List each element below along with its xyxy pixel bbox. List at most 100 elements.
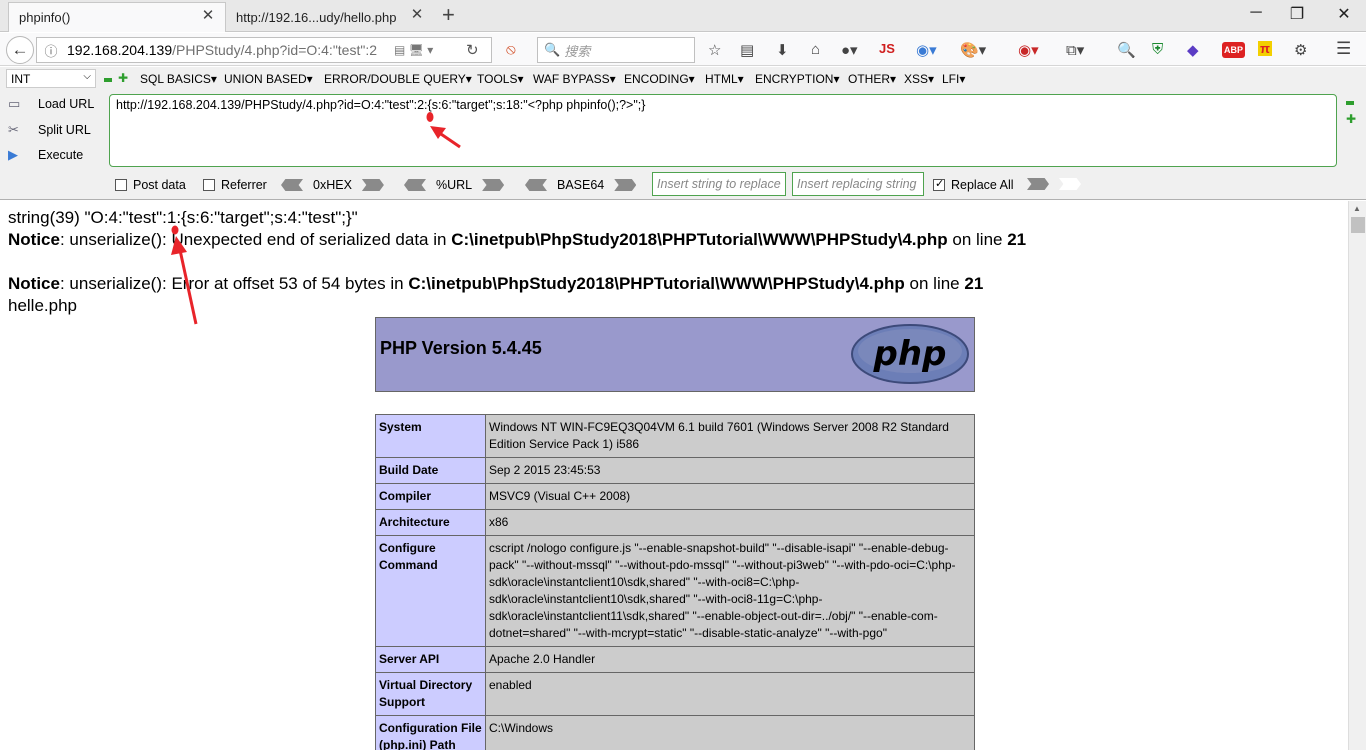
js-toggle-icon[interactable]: JS [879, 41, 895, 56]
encode-arrow-icon[interactable] [614, 179, 637, 191]
notice-path: C:\inetpub\PhpStudy2018\PHPTutorial\WWW\… [451, 230, 948, 249]
menu-lfi[interactable]: LFI▾ [942, 72, 965, 86]
phpinfo-row: System Windows NT WIN-FC9EQ3Q04VM 6.1 bui… [375, 414, 975, 458]
close-tab-icon[interactable]: ✕ [201, 8, 215, 23]
insert-replacing-input[interactable]: Insert replacing string [792, 172, 924, 196]
menu-encoding[interactable]: ENCODING▾ [624, 72, 695, 86]
phpinfo-row: Configuration File (php.ini) Path C:\Wind… [375, 715, 975, 750]
encode-arrow-icon[interactable] [361, 179, 384, 191]
referrer-label: Referrer [221, 178, 267, 192]
menu-tools[interactable]: TOOLS▾ [477, 72, 523, 86]
menu-other[interactable]: OTHER▾ [848, 72, 896, 86]
replace-all-label: Replace All [951, 178, 1014, 192]
type-select[interactable]: INT ⌵ [6, 69, 96, 88]
magnifier-extension-icon[interactable]: 🔍 [1117, 41, 1136, 59]
menu-union-based[interactable]: UNION BASED▾ [224, 72, 313, 86]
referrer-checkbox[interactable]: Referrer [203, 178, 267, 192]
phpinfo-row: Build Date Sep 2 2015 23:45:53 [375, 457, 975, 484]
screenshot-icon[interactable]: ⧉▾ [1066, 41, 1084, 59]
notice-line-1: Notice: unserialize(): Unexpected end of… [8, 230, 1026, 250]
phpinfo-row: Configure Command cscript /nologo configu… [375, 535, 975, 647]
diamond-extension-icon[interactable]: ◆ [1187, 41, 1199, 59]
window-close-icon[interactable]: ✕ [1334, 4, 1354, 24]
tab-title: phpinfo() [19, 10, 71, 25]
plus-icon[interactable]: ✚ [1346, 112, 1356, 126]
encode-arrow-icon[interactable] [482, 179, 505, 191]
notice-line-number: 21 [1007, 230, 1027, 249]
search-icon: 🔍 [544, 42, 561, 57]
tab-title: http://192.16...udy/hello.php [236, 9, 397, 25]
tab-phpinfo[interactable]: phpinfo() ✕ [8, 2, 226, 32]
execute-label: Execute [38, 148, 84, 162]
phpinfo-key: Virtual Directory Support [375, 672, 486, 716]
phpinfo-key: Architecture [375, 509, 486, 536]
hex-encode-controls: 0xHEX [281, 178, 384, 192]
menu-xss[interactable]: XSS▾ [904, 72, 934, 86]
search-input[interactable]: 🔍 搜索 [537, 37, 695, 63]
menu-html[interactable]: HTML▾ [705, 72, 744, 86]
minus-icon[interactable] [1346, 101, 1354, 105]
new-tab-icon[interactable]: + [442, 4, 455, 26]
extra-output: helle.php [8, 296, 78, 315]
decode-arrow-icon[interactable] [525, 179, 547, 191]
settings-gear-icon[interactable]: ⚙ [1294, 41, 1307, 59]
replace-next-arrow-icon[interactable] [1059, 178, 1081, 190]
decode-arrow-icon[interactable] [281, 179, 303, 191]
notice-text: : unserialize(): Error at offset 53 of 5… [59, 274, 409, 293]
load-url-button[interactable]: ▭ Load URL [8, 96, 94, 112]
replace-all-checkbox[interactable]: Replace All [933, 177, 1014, 192]
vertical-scrollbar[interactable]: ▲ [1348, 201, 1366, 750]
blocked-icon[interactable]: ⦸ [506, 41, 516, 58]
play-icon: ▶ [8, 147, 18, 162]
execute-button[interactable]: ▶ Execute [8, 147, 83, 163]
back-button[interactable]: ← [6, 36, 34, 64]
php-logo: php [851, 324, 969, 384]
pi-extension-icon[interactable]: π [1258, 41, 1272, 56]
menu-error-double-query[interactable]: ERROR/DOUBLE QUERY▾ [324, 72, 472, 86]
extension-red-icon[interactable]: ◉▾ [1018, 41, 1039, 59]
phpinfo-row: Virtual Directory Support enabled [375, 672, 975, 716]
tab-hello[interactable]: http://192.16...udy/hello.php ✕ [226, 2, 434, 32]
decode-arrow-icon[interactable] [404, 179, 426, 191]
reload-icon[interactable]: ↻ [466, 41, 479, 59]
extension-globe-icon[interactable]: ●▾ [841, 41, 858, 59]
load-url-label: Load URL [38, 97, 95, 111]
notice-text: : unserialize(): Unexpected end of seria… [59, 230, 452, 249]
insert-string-input[interactable]: Insert string to replace [652, 172, 786, 196]
notice-online: on line [947, 230, 1008, 249]
adblock-icon[interactable]: ABP [1222, 42, 1246, 58]
minimize-icon[interactable]: ─ [1246, 4, 1266, 22]
phpinfo-row: Compiler MSVC9 (Visual C++ 2008) [375, 483, 975, 510]
bookmark-star-icon[interactable]: ☆ [708, 41, 721, 59]
url-encode-controls: %URL [404, 178, 505, 192]
base64-label: BASE64 [557, 178, 605, 192]
shield-icon[interactable]: ⛨ [1152, 41, 1163, 58]
notice-label: Notice [8, 230, 60, 249]
minus-icon[interactable] [104, 78, 112, 82]
scrollbar-thumb[interactable] [1351, 217, 1365, 233]
menu-sql-basics[interactable]: SQL BASICS▾ [140, 72, 217, 86]
reader-mode-icon[interactable]: ▤ 🖥 ▾ [394, 43, 433, 57]
split-url-button[interactable]: ✂ Split URL [8, 122, 91, 138]
reading-list-icon[interactable]: ▤ [740, 41, 754, 59]
arrow-left-icon: ← [11, 40, 29, 59]
hackbar-url-textarea[interactable]: http://192.168.204.139/PHPStudy/4.php?id… [109, 94, 1337, 167]
hamburger-menu-icon[interactable]: ☰ [1336, 39, 1351, 59]
phpinfo-value: x86 [485, 509, 975, 536]
info-icon[interactable]: ⓘ [41, 41, 61, 60]
post-data-checkbox[interactable]: Post data [115, 178, 186, 192]
translate-icon[interactable]: ◉▾ [916, 41, 937, 59]
maximize-icon[interactable]: ❐ [1287, 4, 1307, 24]
home-icon[interactable]: ⌂ [811, 41, 820, 58]
search-placeholder: 搜索 [564, 43, 591, 59]
replace-arrow-icon[interactable] [1027, 178, 1049, 190]
php-version-title: PHP Version 5.4.45 [380, 338, 542, 358]
scroll-up-icon[interactable]: ▲ [1353, 204, 1361, 213]
menu-encryption[interactable]: ENCRYPTION▾ [755, 72, 839, 86]
plus-icon[interactable]: ✚ [118, 71, 128, 85]
hackbar-menu: INT ⌵ ✚ SQL BASICS▾ UNION BASED▾ ERROR/D… [0, 69, 1366, 89]
download-icon[interactable]: ⬇ [776, 41, 789, 59]
menu-waf-bypass[interactable]: WAF BYPASS▾ [533, 72, 616, 86]
palette-icon[interactable]: 🎨▾ [960, 41, 986, 59]
close-tab-icon[interactable]: ✕ [410, 7, 424, 22]
